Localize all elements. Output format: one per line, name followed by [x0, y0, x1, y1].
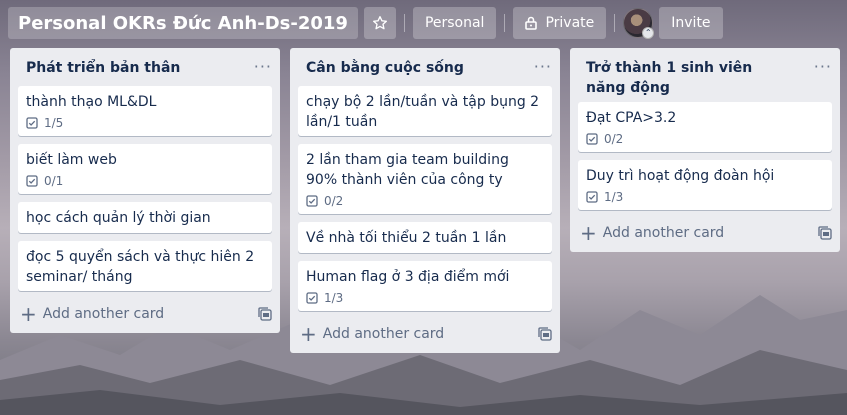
- card[interactable]: Đạt CPA>3.2 0/2: [578, 102, 832, 152]
- list: Trở thành 1 sinh viên năng động ··· Đạt …: [570, 48, 840, 252]
- add-card-label: Add another card: [602, 225, 725, 241]
- list-header: Cân bằng cuộc sống ···: [290, 48, 560, 86]
- card[interactable]: Duy trì hoạt động đoàn hội 1/3: [578, 160, 832, 210]
- card[interactable]: thành thạo ML&DL 1/5: [18, 86, 272, 136]
- checklist-icon: [586, 133, 598, 145]
- card-list: Đạt CPA>3.2 0/2 Duy trì hoạt động đoàn h…: [570, 102, 840, 210]
- card-list: thành thạo ML&DL 1/5 biết làm web 0/1 họ…: [10, 86, 280, 291]
- checklist-count: 0/2: [324, 194, 344, 208]
- card-template-icon[interactable]: [538, 327, 552, 341]
- lock-icon: [525, 16, 538, 30]
- privacy-button[interactable]: Private: [513, 7, 607, 39]
- add-card-button[interactable]: + Add another card: [580, 221, 725, 245]
- list: Phát triển bản thân ··· thành thạo ML&DL…: [10, 48, 280, 333]
- board-title[interactable]: Personal OKRs Đức Anh-Ds-2019: [8, 7, 358, 39]
- card-title: thành thạo ML&DL: [26, 94, 157, 110]
- list-menu-icon[interactable]: ···: [814, 59, 832, 75]
- list-header: Phát triển bản thân ···: [10, 48, 280, 86]
- checklist-icon: [306, 195, 318, 207]
- privacy-label: Private: [545, 15, 595, 31]
- list-menu-icon[interactable]: ···: [534, 59, 552, 75]
- card-title: Đạt CPA>3.2: [586, 110, 677, 126]
- card-title: chạy bộ 2 lần/tuần và tập bụng 2 lần/1 t…: [306, 94, 540, 130]
- card-template-icon[interactable]: [818, 226, 832, 240]
- board-header: Personal OKRs Đức Anh-Ds-2019 Personal P…: [0, 0, 847, 46]
- list-menu-icon[interactable]: ···: [254, 59, 272, 75]
- card[interactable]: biết làm web 0/1: [18, 144, 272, 194]
- checklist-badge: 1/3: [586, 190, 824, 204]
- add-card-button[interactable]: + Add another card: [20, 302, 165, 326]
- add-card-row: + Add another card: [570, 218, 840, 248]
- admin-badge-icon: ⌃: [642, 27, 655, 39]
- checklist-icon: [26, 117, 38, 129]
- star-board-button[interactable]: [363, 7, 396, 39]
- checklist-count: 1/5: [44, 116, 64, 130]
- add-card-label: Add another card: [322, 326, 445, 342]
- add-card-row: + Add another card: [10, 299, 280, 329]
- checklist-badge: 0/2: [586, 132, 824, 146]
- checklist-badge: 0/2: [306, 194, 544, 208]
- header-divider: [403, 14, 405, 32]
- card-title: biết làm web: [26, 152, 117, 168]
- checklist-icon: [26, 175, 38, 187]
- checklist-badge: 1/3: [306, 291, 544, 305]
- plus-icon: +: [20, 302, 37, 326]
- card[interactable]: học cách quản lý thời gian: [18, 202, 272, 233]
- card-title: đọc 5 quyển sách và thực hiên 2 seminar/…: [26, 249, 255, 285]
- list-title[interactable]: Trở thành 1 sinh viên năng động: [586, 58, 786, 98]
- card-title: 2 lần tham gia team building 90% thành v…: [306, 152, 509, 188]
- card-title: Duy trì hoạt động đoàn hội: [586, 168, 775, 184]
- list: Cân bằng cuộc sống ··· chạy bộ 2 lần/tuầ…: [290, 48, 560, 353]
- checklist-icon: [306, 292, 318, 304]
- header-divider: [614, 14, 616, 32]
- checklist-count: 0/2: [604, 132, 624, 146]
- checklist-count: 1/3: [324, 291, 344, 305]
- checklist-badge: 1/5: [26, 116, 264, 130]
- board-lists: Phát triển bản thân ··· thành thạo ML&DL…: [10, 48, 847, 353]
- checklist-count: 1/3: [604, 190, 624, 204]
- card[interactable]: đọc 5 quyển sách và thực hiên 2 seminar/…: [18, 241, 272, 291]
- card-template-icon[interactable]: [258, 307, 272, 321]
- plus-icon: +: [580, 221, 597, 245]
- card-list: chạy bộ 2 lần/tuần và tập bụng 2 lần/1 t…: [290, 86, 560, 311]
- list-title[interactable]: Phát triển bản thân: [26, 58, 226, 78]
- list-header: Trở thành 1 sinh viên năng động ···: [570, 48, 840, 102]
- star-icon: [372, 16, 387, 30]
- checklist-badge: 0/1: [26, 174, 264, 188]
- checklist-count: 0/1: [44, 174, 64, 188]
- card[interactable]: chạy bộ 2 lần/tuần và tập bụng 2 lần/1 t…: [298, 86, 552, 136]
- header-divider: [504, 14, 506, 32]
- card[interactable]: Về nhà tối thiểu 2 tuần 1 lần: [298, 222, 552, 253]
- add-card-row: + Add another card: [290, 319, 560, 349]
- card-title: Về nhà tối thiểu 2 tuần 1 lần: [306, 230, 507, 246]
- card[interactable]: Human flag ở 3 địa điểm mới 1/3: [298, 261, 552, 311]
- card[interactable]: 2 lần tham gia team building 90% thành v…: [298, 144, 552, 214]
- list-title[interactable]: Cân bằng cuộc sống: [306, 58, 506, 78]
- add-card-button[interactable]: + Add another card: [300, 322, 445, 346]
- add-card-label: Add another card: [42, 306, 165, 322]
- team-visibility-button[interactable]: Personal: [412, 7, 497, 39]
- checklist-icon: [586, 191, 598, 203]
- invite-button[interactable]: Invite: [659, 7, 723, 39]
- member-avatar[interactable]: ⌃: [623, 8, 655, 39]
- card-title: Human flag ở 3 địa điểm mới: [306, 269, 510, 285]
- plus-icon: +: [300, 322, 317, 346]
- card-title: học cách quản lý thời gian: [26, 210, 211, 226]
